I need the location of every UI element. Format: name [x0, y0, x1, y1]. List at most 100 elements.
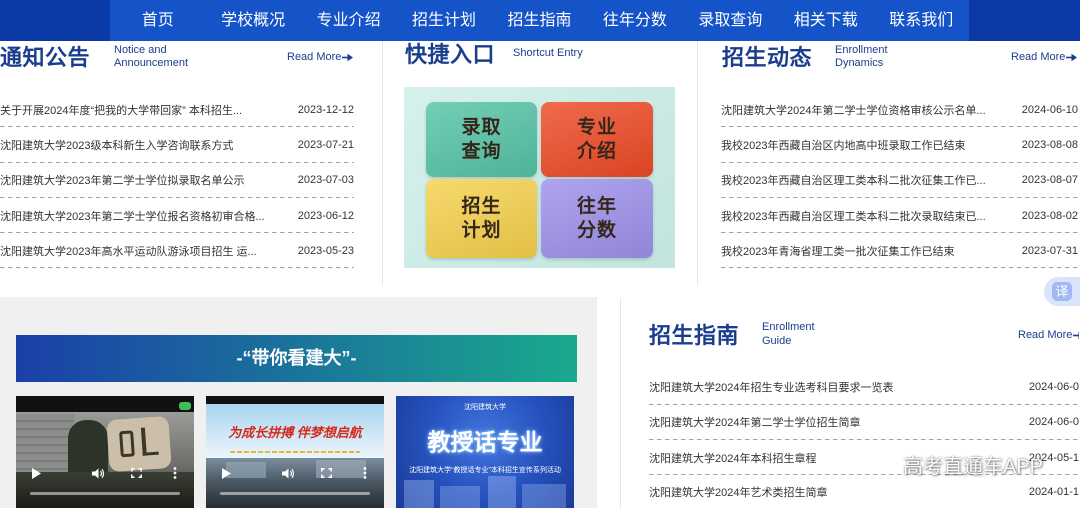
shortcut-subtitle-line: Shortcut Entry	[513, 47, 583, 59]
guide-item-title[interactable]: 沈阳建筑大学2024年艺术类招生简章	[649, 484, 827, 500]
tile-label-line: 计划	[461, 219, 502, 241]
video-source-logo-icon	[179, 402, 191, 410]
nav-menu: 首页 学校概况 专业介绍 招生计划 招生指南 往年分数 录取查询 相关下载 联系…	[110, 0, 969, 41]
guide-section-title: 招生指南	[649, 322, 740, 348]
column-divider	[697, 41, 698, 285]
guide-subtitle-line: Guide	[762, 334, 792, 347]
notice-item-title[interactable]: 沈阳建筑大学2023年高水平运动队游泳项目招生 运...	[0, 243, 257, 259]
video-thumbnail-caption: 为成长拼搏 伴梦想启航	[228, 425, 362, 440]
nav-item-admission-query[interactable]: 录取查询	[683, 0, 778, 41]
video-progress-bar[interactable]	[220, 492, 370, 495]
notice-subtitle-line: Announcement	[114, 57, 188, 69]
notice-item-date: 2023-05-23	[297, 244, 354, 257]
nav-item-contact[interactable]: 联系我们	[874, 0, 969, 41]
tile-label-line: 专业	[576, 116, 617, 138]
arrow-right-icon	[342, 53, 354, 61]
video-thumbnail-building-silhouette	[522, 484, 566, 508]
play-icon[interactable]	[221, 467, 231, 479]
volume-icon[interactable]	[281, 468, 295, 479]
dynamics-item-date: 2023-08-08	[1021, 138, 1078, 151]
video-progress-bar[interactable]	[30, 492, 180, 495]
video-thumbnail-subcaption: 沈阳建筑大学“教授话专业”本科招生宣传系列活动	[409, 467, 561, 474]
shortcut-tile-admission-query[interactable]: 录取 查询	[426, 102, 537, 177]
video-thumbnail-subcaption-strip	[230, 451, 360, 453]
guide-item-title[interactable]: 沈阳建筑大学2024年招生专业选考科目要求一览表	[649, 379, 893, 395]
video-player-1[interactable]	[16, 396, 194, 508]
fullscreen-icon[interactable]	[320, 468, 332, 478]
video-player-2[interactable]: 为成长拼搏 伴梦想启航	[206, 396, 384, 508]
notice-item-title[interactable]: 沈阳建筑大学2023年第二学士学位报名资格初审合格...	[0, 208, 265, 224]
notice-list-item[interactable]: 沈阳建筑大学2023年第二学士学位拟录取名单公示 2023-07-03	[0, 162, 354, 198]
fullscreen-icon[interactable]	[130, 468, 142, 478]
tile-label-line: 往年	[576, 195, 617, 217]
dynamics-read-more-link[interactable]: Read More	[1011, 50, 1078, 64]
guide-item-title[interactable]: 沈阳建筑大学2024年第二学士学位招生简章	[649, 414, 860, 430]
app-watermark: 高考直通车APP	[903, 456, 1044, 478]
notice-list-item[interactable]: 沈阳建筑大学2023级本科新生入学咨询联系方式 2023-07-21	[0, 127, 354, 163]
notice-read-more-link[interactable]: Read More	[287, 50, 354, 64]
dynamics-list-item[interactable]: 我校2023年西藏自治区内地高中班录取工作已结束 2023-08-08	[721, 127, 1078, 163]
nav-item-home[interactable]: 首页	[110, 0, 205, 41]
guide-list-item[interactable]: 沈阳建筑大学2024年艺术类招生简章 2024-01-1	[649, 475, 1079, 508]
notice-item-title[interactable]: 关于开展2024年度“把我的大学带回家” 本科招生...	[0, 102, 242, 118]
dynamics-list-item[interactable]: 沈阳建筑大学2024年第二学士学位资格审核公示名单... 2024-06-10	[721, 92, 1078, 128]
shortcut-entry-panel: 录取 查询 专业 介绍 招生 计划 往年 分数	[404, 87, 675, 268]
dynamics-list-item[interactable]: 我校2023年青海省理工类一批次征集工作已结束 2023-07-31	[721, 233, 1078, 269]
shortcut-tile-enrollment-plan[interactable]: 招生 计划	[426, 179, 537, 258]
notice-item-title[interactable]: 沈阳建筑大学2023年第二学士学位拟录取名单公示	[0, 172, 244, 188]
guide-section-subtitle: Enrollment Guide	[762, 321, 815, 348]
notice-list-item[interactable]: 沈阳建筑大学2023年高水平运动队游泳项目招生 运... 2023-05-23	[0, 233, 354, 269]
dynamics-item-date: 2024-06-10	[1021, 103, 1078, 116]
notice-subtitle-line: Notice and	[114, 43, 167, 56]
dynamics-subtitle-line: Enrollment	[835, 43, 888, 56]
arrow-right-icon	[1066, 53, 1078, 61]
notice-item-date: 2023-07-21	[297, 138, 354, 151]
dynamics-section-title: 招生动态	[722, 45, 813, 70]
column-divider	[620, 298, 621, 508]
dynamics-section-subtitle: Enrollment Dynamics	[835, 44, 888, 71]
guide-list-item[interactable]: 沈阳建筑大学2024年招生专业选考科目要求一览表 2024-06-0	[649, 369, 1079, 405]
video-thumbnail-building-silhouette	[440, 486, 480, 508]
notice-list-item[interactable]: 关于开展2024年度“把我的大学带回家” 本科招生... 2023-12-12	[0, 92, 354, 128]
read-more-label: Read More	[287, 51, 342, 63]
nav-item-enrollment-guide[interactable]: 招生指南	[492, 0, 587, 41]
more-icon[interactable]	[363, 467, 367, 479]
dynamics-item-date: 2023-07-31	[1021, 244, 1078, 257]
volume-icon[interactable]	[91, 468, 105, 479]
shortcut-tile-majors[interactable]: 专业 介绍	[541, 102, 653, 177]
dynamics-item-title[interactable]: 我校2023年西藏自治区理工类本科二批次录取结束已...	[721, 208, 986, 224]
more-icon[interactable]	[173, 467, 177, 479]
notice-list-item[interactable]: 沈阳建筑大学2023年第二学士学位报名资格初审合格... 2023-06-12	[0, 197, 354, 234]
dynamics-item-title[interactable]: 我校2023年青海省理工类一批次征集工作已结束	[721, 243, 954, 259]
play-icon[interactable]	[31, 467, 41, 479]
guide-read-more-link[interactable]: Read More	[1018, 328, 1080, 342]
dynamics-item-title[interactable]: 我校2023年西藏自治区内地高中班录取工作已结束	[721, 137, 965, 153]
video-section-banner: -“带你看建大”-	[16, 335, 577, 382]
nav-item-past-scores[interactable]: 往年分数	[587, 0, 682, 41]
video-thumbnail-ground	[16, 472, 194, 508]
notice-item-title[interactable]: 沈阳建筑大学2023级本科新生入学咨询联系方式	[0, 137, 233, 153]
shortcut-tile-past-scores[interactable]: 往年 分数	[541, 179, 653, 258]
dynamics-item-title[interactable]: 沈阳建筑大学2024年第二学士学位资格审核公示名单...	[721, 102, 986, 118]
nav-item-enrollment-plan[interactable]: 招生计划	[396, 0, 491, 41]
top-nav-bar: 首页 学校概况 专业介绍 招生计划 招生指南 往年分数 录取查询 相关下载 联系…	[0, 0, 1080, 41]
video-player-3[interactable]: 沈阳建筑大学 教授话专业 沈阳建筑大学“教授话专业”本科招生宣传系列活动	[396, 396, 574, 508]
notice-section-title: 通知公告	[0, 44, 91, 70]
notice-item-date: 2023-06-12	[297, 209, 354, 222]
guide-list-item[interactable]: 沈阳建筑大学2024年第二学士学位招生简章 2024-06-0	[649, 404, 1079, 441]
shortcut-section-title: 快捷入口	[405, 42, 496, 67]
dynamics-item-date: 2023-08-02	[1021, 209, 1078, 222]
notice-section-subtitle: Notice and Announcement	[114, 44, 188, 71]
guide-item-title[interactable]: 沈阳建筑大学2024年本科招生章程	[649, 450, 816, 466]
dynamics-list-item[interactable]: 我校2023年西藏自治区理工类本科二批次录取结束已... 2023-08-02	[721, 197, 1078, 234]
nav-item-majors[interactable]: 专业介绍	[301, 0, 396, 41]
dynamics-list-item[interactable]: 我校2023年西藏自治区理工类本科二批次征集工作已... 2023-08-07	[721, 162, 1078, 198]
video-thumbnail-building-silhouette	[488, 476, 516, 508]
nav-item-downloads[interactable]: 相关下载	[778, 0, 873, 41]
nav-item-school-overview[interactable]: 学校概况	[205, 0, 300, 41]
read-more-label: Read More	[1011, 51, 1066, 63]
column-divider	[382, 41, 383, 285]
translate-button[interactable]: 译	[1044, 277, 1080, 306]
guide-list: 沈阳建筑大学2024年招生专业选考科目要求一览表 2024-06-0 沈阳建筑大学…	[649, 369, 1080, 508]
dynamics-item-title[interactable]: 我校2023年西藏自治区理工类本科二批次征集工作已...	[721, 172, 986, 188]
